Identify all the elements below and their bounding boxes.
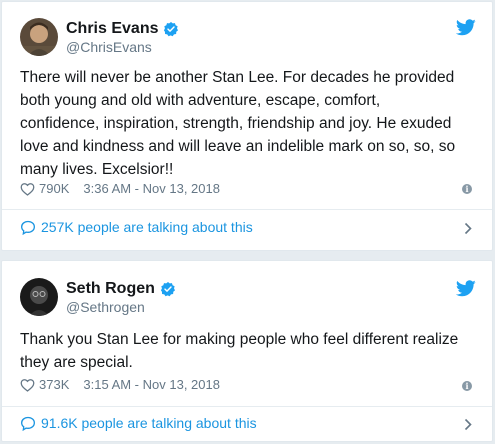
conversation-link[interactable]: 257K people are talking about this — [20, 219, 492, 235]
divider — [2, 209, 492, 210]
timestamp[interactable]: 3:15 AM - Nov 13, 2018 — [83, 377, 220, 392]
like-count[interactable]: 790K — [39, 181, 69, 196]
chevron-right-icon[interactable] — [464, 222, 472, 235]
comment-bubble-icon — [20, 416, 36, 431]
author-handle[interactable]: @ChrisEvans — [66, 39, 152, 55]
comment-bubble-icon — [20, 220, 36, 235]
like-count[interactable]: 373K — [39, 377, 69, 392]
tweet-card[interactable]: Seth Rogen @Sethrogen Thank you Stan Lee… — [1, 260, 493, 442]
heart-icon[interactable] — [20, 182, 35, 196]
chevron-right-icon[interactable] — [464, 418, 472, 431]
author-handle[interactable]: @Sethrogen — [66, 299, 145, 315]
talking-count[interactable]: 257K people are talking about this — [41, 219, 253, 235]
timestamp[interactable]: 3:36 AM - Nov 13, 2018 — [83, 181, 220, 196]
verified-icon — [164, 22, 179, 37]
conversation-link[interactable]: 91.6K people are talking about this — [20, 415, 492, 431]
info-icon[interactable]: i — [462, 381, 472, 391]
info-icon[interactable]: i — [462, 184, 472, 194]
avatar[interactable] — [20, 18, 58, 56]
verified-icon — [160, 282, 175, 297]
tweet-card[interactable]: Chris Evans @ChrisEvans There will never… — [1, 1, 493, 251]
tweet-text: Thank you Stan Lee for making people who… — [20, 331, 459, 371]
divider — [2, 406, 492, 407]
heart-icon[interactable] — [20, 378, 35, 392]
twitter-bird-icon[interactable] — [456, 280, 476, 297]
author-name[interactable]: Seth Rogen — [66, 280, 155, 298]
twitter-bird-icon[interactable] — [456, 19, 476, 36]
author-name[interactable]: Chris Evans — [66, 20, 158, 38]
tweet-text: There will never be another Stan Lee. Fo… — [20, 69, 456, 178]
talking-count[interactable]: 91.6K people are talking about this — [41, 415, 257, 431]
avatar[interactable] — [20, 278, 58, 316]
